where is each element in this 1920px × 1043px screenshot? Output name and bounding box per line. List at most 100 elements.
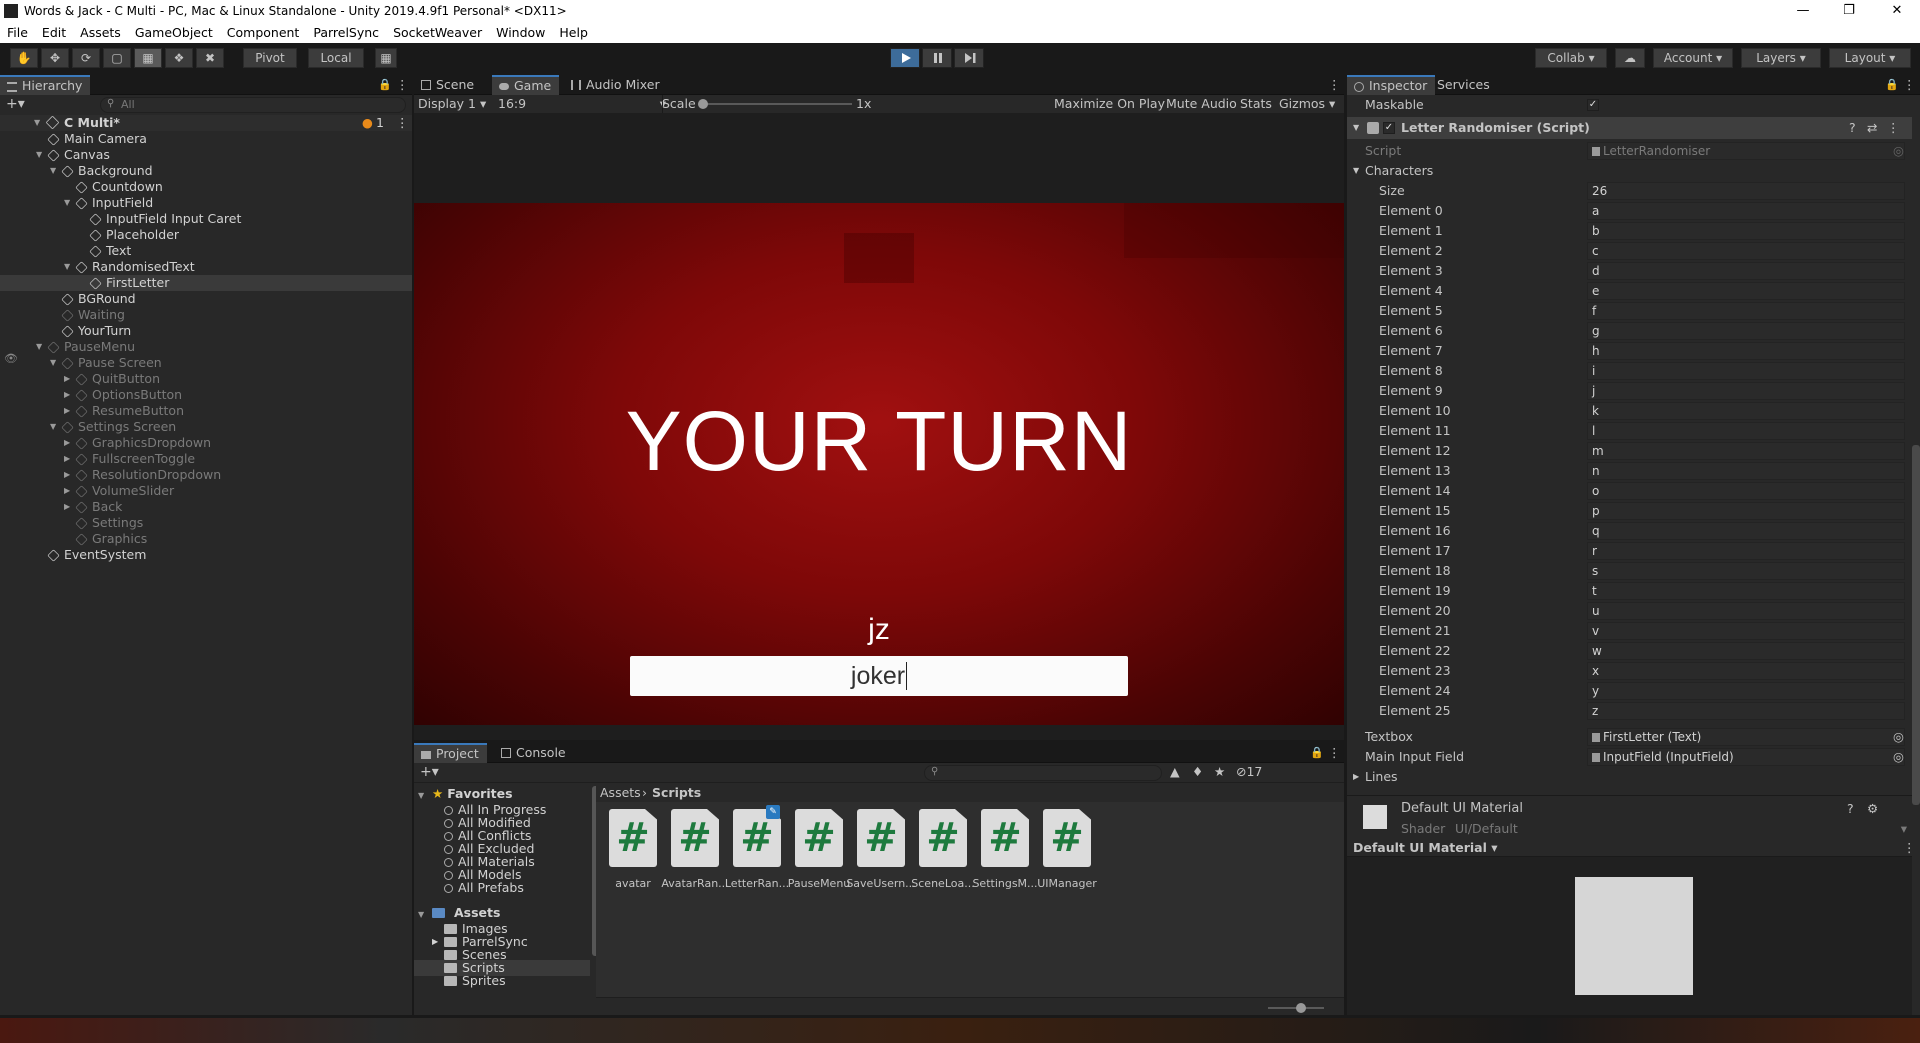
snap-grid-icon[interactable]: ▦ bbox=[375, 48, 397, 68]
filter-type-icon[interactable]: ▲ bbox=[1170, 764, 1180, 779]
scene-expand-arrow[interactable]: ▼ bbox=[34, 115, 44, 131]
hierarchy-item[interactable]: ▼ Pause Screen bbox=[0, 355, 412, 371]
size-field[interactable]: 26 bbox=[1587, 182, 1905, 200]
element-field[interactable]: k bbox=[1587, 402, 1905, 420]
scale-slider[interactable] bbox=[698, 99, 852, 109]
script-asset[interactable]: # SettingsM... bbox=[970, 809, 1040, 890]
hierarchy-item[interactable]: ▼ Settings Screen bbox=[0, 419, 412, 435]
component-menu-icon[interactable]: ⋮ bbox=[1887, 117, 1900, 139]
hierarchy-item[interactable]: ▶ OptionsButton bbox=[0, 387, 412, 403]
object-picker-icon[interactable]: ◎ bbox=[1893, 727, 1904, 747]
maximize-on-play-toggle[interactable]: Maximize On Play bbox=[1054, 96, 1165, 111]
view-menu-icon[interactable]: ⋮ bbox=[1328, 77, 1341, 92]
panel-menu-icon[interactable]: ⋮ bbox=[1328, 745, 1341, 760]
hierarchy-search-input[interactable]: ⚲ All bbox=[100, 97, 406, 113]
preview-dropdown[interactable]: Default UI Material ▾ bbox=[1353, 840, 1498, 855]
element-field[interactable]: z bbox=[1587, 702, 1905, 720]
hierarchy-item[interactable]: Main Camera bbox=[0, 131, 412, 147]
expand-arrow[interactable]: ▼ bbox=[50, 355, 60, 371]
add-object-button[interactable]: +▾ bbox=[6, 96, 25, 112]
hierarchy-item[interactable]: ▶ FullscreenToggle bbox=[0, 451, 412, 467]
script-asset[interactable]: # AvatarRan... bbox=[660, 809, 730, 890]
hierarchy-item[interactable]: Placeholder bbox=[0, 227, 412, 243]
script-asset[interactable]: # avatar bbox=[598, 809, 668, 890]
hierarchy-item[interactable]: Graphics bbox=[0, 531, 412, 547]
menu-component[interactable]: Component bbox=[220, 22, 307, 43]
hierarchy-item[interactable]: Countdown bbox=[0, 179, 412, 195]
expand-arrow[interactable]: ▶ bbox=[64, 483, 74, 499]
characters-expand-arrow[interactable]: ▼ bbox=[1353, 161, 1359, 181]
pivot-toggle[interactable]: Pivot bbox=[243, 48, 297, 68]
menu-file[interactable]: File bbox=[0, 22, 35, 43]
layout-dropdown[interactable]: Layout ▾ bbox=[1829, 48, 1911, 68]
tab-project[interactable]: Project bbox=[414, 743, 487, 763]
close-icon[interactable]: ✕ bbox=[1874, 0, 1920, 22]
expand-arrow[interactable]: ▼ bbox=[50, 419, 60, 435]
help-icon[interactable]: ? bbox=[1847, 801, 1854, 816]
panel-menu-icon[interactable]: ⋮ bbox=[1903, 77, 1916, 92]
element-field[interactable]: a bbox=[1587, 202, 1905, 220]
element-field[interactable]: f bbox=[1587, 302, 1905, 320]
script-asset[interactable]: # SaveUsern... bbox=[846, 809, 916, 890]
lock-icon[interactable]: 🔒 bbox=[378, 78, 392, 91]
element-field[interactable]: s bbox=[1587, 562, 1905, 580]
expand-arrow[interactable]: ▶ bbox=[64, 467, 74, 483]
expand-arrow[interactable]: ▼ bbox=[36, 147, 46, 163]
component-header[interactable]: ▼ ✓ Letter Randomiser (Script) ? ⇄ ⋮ bbox=[1347, 117, 1912, 139]
mute-audio-toggle[interactable]: Mute Audio bbox=[1166, 96, 1237, 111]
icon-size-slider-handle[interactable] bbox=[1296, 1003, 1306, 1013]
hierarchy-item[interactable]: YourTurn bbox=[0, 323, 412, 339]
panel-menu-icon[interactable]: ⋮ bbox=[396, 77, 409, 92]
hierarchy-item[interactable]: ▼ RandomisedText bbox=[0, 259, 412, 275]
hierarchy-item[interactable]: ▶ QuitButton bbox=[0, 371, 412, 387]
transform-tool-icon[interactable]: ❖ bbox=[165, 48, 193, 68]
cloud-icon[interactable]: ☁ bbox=[1615, 48, 1645, 68]
step-button[interactable] bbox=[954, 48, 984, 68]
hierarchy-item[interactable]: Waiting bbox=[0, 307, 412, 323]
minimize-icon[interactable]: — bbox=[1780, 0, 1826, 22]
menu-window[interactable]: Window bbox=[489, 22, 552, 43]
custom-tool-icon[interactable]: ✖ bbox=[196, 48, 224, 68]
expand-arrow[interactable]: ▶ bbox=[64, 387, 74, 403]
tab-console[interactable]: Console bbox=[494, 743, 574, 763]
settings-gear-icon[interactable]: ⚙ bbox=[1867, 801, 1878, 816]
expand-arrow[interactable]: ▼ bbox=[64, 259, 74, 275]
asset-folder-item[interactable]: Sprites bbox=[414, 973, 590, 989]
project-search-input[interactable]: ⚲ bbox=[924, 765, 1162, 781]
display-dropdown[interactable]: Display 1 ▾ bbox=[418, 96, 486, 111]
hierarchy-item[interactable]: ▼ PauseMenu bbox=[0, 339, 412, 355]
element-field[interactable]: d bbox=[1587, 262, 1905, 280]
stats-toggle[interactable]: Stats bbox=[1240, 96, 1272, 111]
element-field[interactable]: e bbox=[1587, 282, 1905, 300]
element-field[interactable]: x bbox=[1587, 662, 1905, 680]
scale-tool-icon[interactable]: ▢ bbox=[103, 48, 131, 68]
element-field[interactable]: r bbox=[1587, 542, 1905, 560]
menu-assets[interactable]: Assets bbox=[73, 22, 128, 43]
hierarchy-item[interactable]: ▶ Back bbox=[0, 499, 412, 515]
rect-tool-icon[interactable]: ▦ bbox=[134, 48, 162, 68]
tab-services[interactable]: Services bbox=[1429, 75, 1498, 95]
textbox-field[interactable]: FirstLetter (Text) bbox=[1587, 728, 1905, 746]
element-field[interactable]: w bbox=[1587, 642, 1905, 660]
script-asset[interactable]: # SceneLoa... bbox=[908, 809, 978, 890]
pause-button[interactable] bbox=[922, 48, 952, 68]
element-field[interactable]: i bbox=[1587, 362, 1905, 380]
hierarchy-item[interactable]: ▼ Background bbox=[0, 163, 412, 179]
expand-arrow[interactable]: ▼ bbox=[64, 195, 74, 211]
menu-gameobject[interactable]: GameObject bbox=[128, 22, 220, 43]
hierarchy-item[interactable]: ▶ ResolutionDropdown bbox=[0, 467, 412, 483]
tab-audio-mixer[interactable]: Audio Mixer bbox=[564, 75, 668, 95]
element-field[interactable]: j bbox=[1587, 382, 1905, 400]
characters-row[interactable]: ▼ Characters bbox=[1347, 161, 1912, 181]
lines-row[interactable]: ▶ Lines bbox=[1347, 767, 1912, 787]
hierarchy-item[interactable]: FirstLetter bbox=[0, 275, 412, 291]
element-field[interactable]: b bbox=[1587, 222, 1905, 240]
script-asset[interactable]: # ✎ LetterRan... bbox=[722, 805, 792, 890]
scene-row[interactable]: ▼ C Multi* ● 1 ⋮ bbox=[0, 115, 412, 131]
expand-arrow[interactable]: ▼ bbox=[36, 339, 46, 355]
object-picker-icon[interactable]: ◎ bbox=[1893, 747, 1904, 767]
hierarchy-item[interactable]: BGRound bbox=[0, 291, 412, 307]
tab-hierarchy[interactable]: Hierarchy bbox=[0, 75, 91, 95]
element-field[interactable]: h bbox=[1587, 342, 1905, 360]
account-dropdown[interactable]: Account ▾ bbox=[1653, 48, 1733, 68]
